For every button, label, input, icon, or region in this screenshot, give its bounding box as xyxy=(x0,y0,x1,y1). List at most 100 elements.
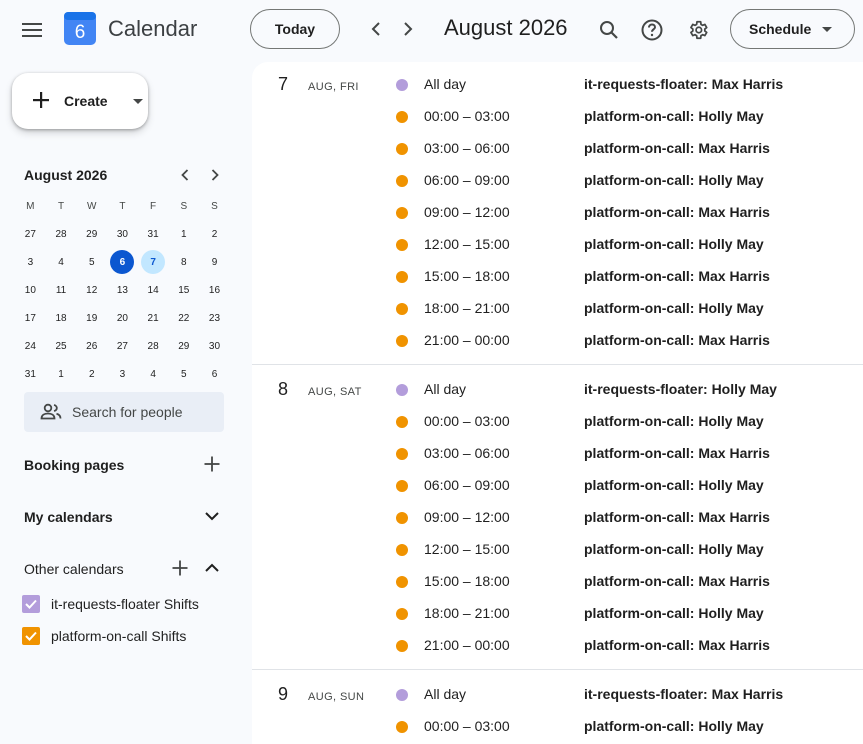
mini-calendar-day[interactable]: 29 xyxy=(76,220,107,248)
schedule-event[interactable]: 12:00 – 15:00 platform-on-call: Holly May xyxy=(252,229,863,261)
mini-calendar-day[interactable]: 31 xyxy=(15,360,46,388)
schedule-event[interactable]: All day it-requests-floater: Max Harris xyxy=(252,679,863,711)
mini-calendar-day[interactable]: 15 xyxy=(168,276,199,304)
mini-calendar-day[interactable]: 24 xyxy=(15,332,46,360)
view-switcher-button[interactable]: Schedule xyxy=(730,9,855,49)
schedule-event[interactable]: 18:00 – 21:00 platform-on-call: Holly May xyxy=(252,598,863,630)
calendar-logo-icon[interactable]: 6 xyxy=(63,11,97,46)
mini-calendar-day[interactable]: 7 xyxy=(138,248,169,276)
mini-calendar-day[interactable]: 1 xyxy=(168,220,199,248)
mini-calendar-day[interactable]: 18 xyxy=(46,304,77,332)
mini-calendar-day[interactable]: 29 xyxy=(168,332,199,360)
schedule-event[interactable]: 09:00 – 12:00 platform-on-call: Max Harri… xyxy=(252,502,863,534)
mini-calendar-day-number: 6 xyxy=(211,368,218,380)
mini-calendar-day[interactable]: 12 xyxy=(76,276,107,304)
mini-calendar-day[interactable]: 2 xyxy=(76,360,107,388)
today-button[interactable]: Today xyxy=(250,9,340,49)
mini-calendar-day[interactable]: 23 xyxy=(199,304,230,332)
mini-calendar-day[interactable]: 1 xyxy=(46,360,77,388)
mini-calendar-day[interactable]: 3 xyxy=(15,248,46,276)
mini-calendar-day[interactable]: 8 xyxy=(168,248,199,276)
mini-calendar-week: 3 4 5 67 8 9 xyxy=(15,248,230,276)
mini-calendar-day[interactable]: 11 xyxy=(46,276,77,304)
event-time: 15:00 – 18:00 xyxy=(424,573,510,589)
mini-calendar-day[interactable]: 16 xyxy=(199,276,230,304)
mini-calendar-day-number: 15 xyxy=(178,284,190,296)
collapse-other-calendars-button[interactable] xyxy=(200,556,224,580)
schedule-event[interactable]: All day it-requests-floater: Max Harris xyxy=(252,69,863,101)
settings-button[interactable] xyxy=(680,12,716,48)
mini-calendar-day[interactable]: 6 xyxy=(199,360,230,388)
schedule-event[interactable]: 06:00 – 09:00 platform-on-call: Holly May xyxy=(252,165,863,197)
caret-down-icon xyxy=(822,27,832,32)
mini-calendar-day[interactable]: 28 xyxy=(46,220,77,248)
add-booking-page-button[interactable] xyxy=(200,452,224,476)
other-calendars-heading[interactable]: Other calendars xyxy=(24,561,124,577)
schedule-event[interactable]: 21:00 – 00:00 platform-on-call: Max Harri… xyxy=(252,630,863,662)
mini-calendar-day[interactable]: 19 xyxy=(76,304,107,332)
mini-calendar-next-button[interactable] xyxy=(203,163,227,187)
calendar-checkbox[interactable] xyxy=(22,627,40,645)
mini-calendar-prev-button[interactable] xyxy=(173,163,197,187)
mini-calendar-day[interactable]: 27 xyxy=(15,220,46,248)
schedule-event[interactable]: 06:00 – 09:00 platform-on-call: Holly May xyxy=(252,470,863,502)
mini-calendar-day[interactable]: 4 xyxy=(138,360,169,388)
calendar-checkbox[interactable] xyxy=(22,595,40,613)
mini-calendar-day[interactable]: 30 xyxy=(199,332,230,360)
schedule-event[interactable]: 03:00 – 06:00 platform-on-call: Max Harri… xyxy=(252,438,863,470)
next-period-button[interactable] xyxy=(393,14,423,44)
support-button[interactable] xyxy=(634,12,670,48)
mini-calendar-day[interactable]: 30 xyxy=(107,220,138,248)
mini-calendar-day[interactable]: 28 xyxy=(138,332,169,360)
main-menu-button[interactable] xyxy=(14,12,50,48)
mini-calendar-day[interactable]: 17 xyxy=(15,304,46,332)
mini-calendar-day-number: 9 xyxy=(211,256,218,268)
mini-calendar-day[interactable]: 22 xyxy=(168,304,199,332)
schedule-event[interactable]: 18:00 – 21:00 platform-on-call: Holly May xyxy=(252,293,863,325)
search-people-input[interactable]: Search for people xyxy=(24,392,224,432)
app-title[interactable]: Calendar xyxy=(108,16,197,42)
booking-pages-heading[interactable]: Booking pages xyxy=(24,457,124,473)
calendar-item-it-requests-floater[interactable]: it-requests-floater Shifts xyxy=(22,592,199,616)
event-color-dot xyxy=(396,207,408,219)
mini-calendar-day[interactable]: 26 xyxy=(76,332,107,360)
my-calendars-heading[interactable]: My calendars xyxy=(24,509,113,525)
previous-period-button[interactable] xyxy=(361,14,391,44)
schedule-event[interactable]: 21:00 – 00:00 platform-on-call: Max Harri… xyxy=(252,325,863,357)
chevron-left-icon xyxy=(371,22,380,36)
mini-calendar-day[interactable]: 27 xyxy=(107,332,138,360)
schedule-event[interactable]: 00:00 – 03:00 platform-on-call: Holly May xyxy=(252,711,863,743)
expand-my-calendars-button[interactable] xyxy=(200,504,224,528)
schedule-event[interactable]: 12:00 – 15:00 platform-on-call: Holly May xyxy=(252,534,863,566)
schedule-event[interactable]: 00:00 – 03:00 platform-on-call: Holly May xyxy=(252,406,863,438)
mini-calendar-day[interactable]: 3 xyxy=(107,360,138,388)
mini-calendar-day[interactable]: 20 xyxy=(107,304,138,332)
schedule-event[interactable]: All day it-requests-floater: Holly May xyxy=(252,374,863,406)
mini-calendar-day[interactable]: 13 xyxy=(107,276,138,304)
create-button[interactable]: Create xyxy=(12,73,148,129)
mini-calendar-weekday: F xyxy=(150,200,157,212)
calendar-item-platform-on-call[interactable]: platform-on-call Shifts xyxy=(22,624,186,648)
add-other-calendar-button[interactable] xyxy=(168,556,192,580)
schedule-event[interactable]: 03:00 – 06:00 platform-on-call: Max Harri… xyxy=(252,133,863,165)
mini-calendar-day[interactable]: 4 xyxy=(46,248,77,276)
schedule-event[interactable]: 15:00 – 18:00 platform-on-call: Max Harri… xyxy=(252,566,863,598)
hamburger-menu-icon xyxy=(22,23,42,37)
mini-calendar-day[interactable]: 2 xyxy=(199,220,230,248)
mini-calendar-day[interactable]: 6 xyxy=(107,248,138,276)
event-time: 00:00 – 03:00 xyxy=(424,718,510,734)
search-button[interactable] xyxy=(591,12,627,48)
mini-calendar-day[interactable]: 5 xyxy=(76,248,107,276)
mini-calendar-day[interactable]: 10 xyxy=(15,276,46,304)
checkmark-icon xyxy=(25,599,37,609)
calendar-item-label: platform-on-call Shifts xyxy=(51,628,187,644)
mini-calendar-day[interactable]: 14 xyxy=(138,276,169,304)
mini-calendar-day[interactable]: 5 xyxy=(168,360,199,388)
mini-calendar-day[interactable]: 25 xyxy=(46,332,77,360)
schedule-event[interactable]: 15:00 – 18:00 platform-on-call: Max Harri… xyxy=(252,261,863,293)
schedule-event[interactable]: 09:00 – 12:00 platform-on-call: Max Harri… xyxy=(252,197,863,229)
mini-calendar-day[interactable]: 9 xyxy=(199,248,230,276)
schedule-event[interactable]: 00:00 – 03:00 platform-on-call: Holly May xyxy=(252,101,863,133)
mini-calendar-day[interactable]: 21 xyxy=(138,304,169,332)
mini-calendar-day[interactable]: 31 xyxy=(138,220,169,248)
